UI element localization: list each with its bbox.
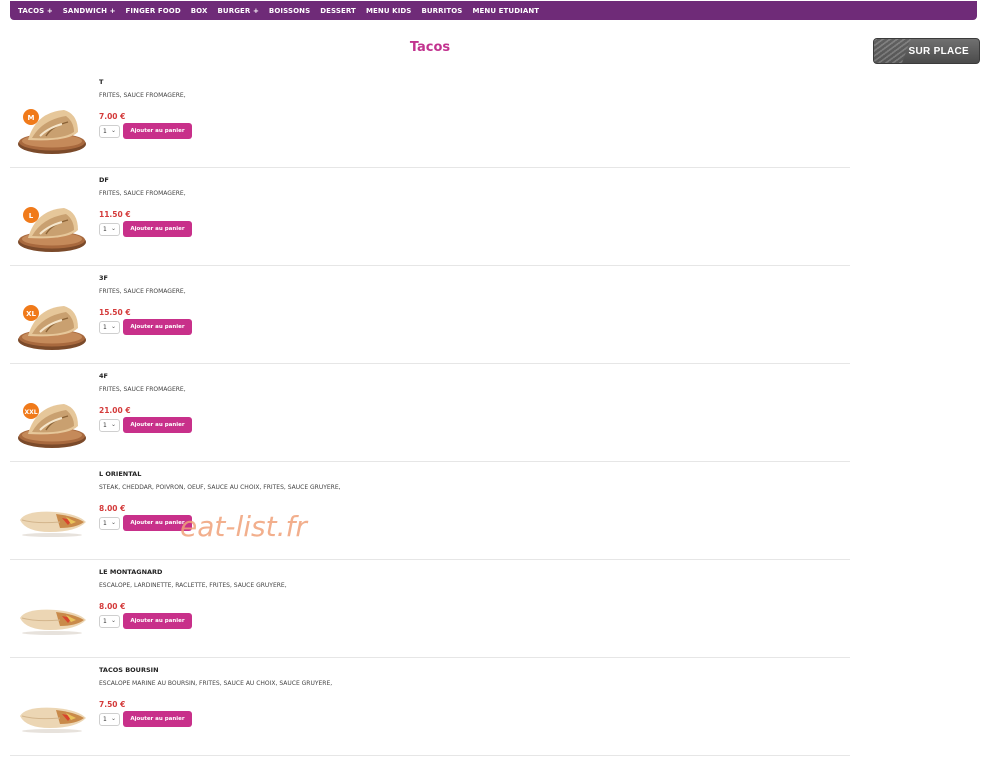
- svg-text:L: L: [29, 212, 34, 220]
- product-price: 21.00 €: [99, 406, 131, 415]
- wrap-icon: [20, 707, 86, 733]
- taco-plate-icon: L: [18, 207, 86, 252]
- quantity-value: 1: [103, 422, 107, 429]
- add-to-cart-button[interactable]: Ajouter au panier: [123, 123, 192, 139]
- quantity-value: 1: [103, 324, 107, 331]
- product-price: 8.00 €: [99, 602, 126, 611]
- product-description: ESCALOPE MARINE AU BOURSIN, FRITES, SAUC…: [99, 680, 333, 687]
- taco-plate-icon: XXL: [18, 403, 86, 448]
- quantity-select[interactable]: 1 ⌄: [99, 223, 120, 236]
- product-description: FRITES, SAUCE FROMAGERE,: [99, 288, 186, 295]
- product-item: XL 3F FRITES, SAUCE FROMAGERE, 15.50 € 1…: [10, 266, 850, 364]
- product-image[interactable]: XXL: [16, 400, 88, 450]
- chevron-down-icon: ⌄: [110, 421, 116, 428]
- product-name: 3F: [99, 274, 108, 282]
- add-to-cart-button[interactable]: Ajouter au panier: [123, 613, 192, 629]
- product-price: 11.50 €: [99, 210, 131, 219]
- product-item: LE MONTAGNARD ESCALOPE, LARDINETTE, RACL…: [10, 560, 850, 658]
- chevron-down-icon: ⌄: [110, 225, 116, 232]
- product-item: XXL 4F FRITES, SAUCE FROMAGERE, 21.00 € …: [10, 364, 850, 462]
- quantity-value: 1: [103, 226, 107, 233]
- top-navigation: TACOS + SANDWICH + FINGER FOOD BOX BURGER + B…: [10, 1, 977, 20]
- product-image[interactable]: [16, 694, 88, 744]
- product-image[interactable]: [16, 596, 88, 646]
- product-item: M T FRITES, SAUCE FROMAGERE, 7.00 € 1 ⌄ …: [10, 70, 850, 168]
- product-price: 15.50 €: [99, 308, 131, 317]
- watermark: eat-list.fr: [180, 510, 307, 543]
- add-to-cart-button[interactable]: Ajouter au panier: [123, 221, 192, 237]
- product-name: TACOS BOURSIN: [99, 666, 159, 674]
- chevron-down-icon: ⌄: [110, 127, 116, 134]
- add-to-cart-button[interactable]: Ajouter au panier: [123, 711, 192, 727]
- product-item: L DF FRITES, SAUCE FROMAGERE, 11.50 € 1 …: [10, 168, 850, 266]
- chevron-down-icon: ⌄: [110, 519, 116, 526]
- page-title: Tacos: [409, 40, 451, 55]
- taco-plate-icon: XL: [18, 305, 86, 350]
- product-price: 7.00 €: [99, 112, 126, 121]
- product-name: LE MONTAGNARD: [99, 568, 163, 576]
- product-description: FRITES, SAUCE FROMAGERE,: [99, 190, 186, 197]
- product-description: FRITES, SAUCE FROMAGERE,: [99, 386, 186, 393]
- nav-item[interactable]: DESSERT: [320, 7, 356, 15]
- product-description: ESCALOPE, LARDINETTE, RACLETTE, FRITES, …: [99, 582, 287, 589]
- product-image[interactable]: L: [16, 204, 88, 254]
- product-price: 7.50 €: [99, 700, 126, 709]
- product-item: TACOS BOURSIN ESCALOPE MARINE AU BOURSIN…: [10, 658, 850, 756]
- product-item: L ORIENTAL STEAK, CHEDDAR, POIVRON, OEUF…: [10, 462, 850, 560]
- svg-text:M: M: [28, 114, 35, 122]
- quantity-select[interactable]: 1 ⌄: [99, 125, 120, 138]
- product-description: STEAK, CHEDDAR, POIVRON, OEUF, SAUCE AU …: [99, 484, 341, 491]
- svg-text:XL: XL: [26, 310, 36, 318]
- svg-text:XXL: XXL: [24, 409, 37, 416]
- sur-place-label: SUR PLACE: [908, 45, 969, 57]
- quantity-value: 1: [103, 520, 107, 527]
- nav-item[interactable]: FINGER FOOD: [126, 7, 181, 15]
- product-name: 4F: [99, 372, 108, 380]
- sur-place-button[interactable]: SUR PLACE: [873, 38, 980, 64]
- nav-item[interactable]: TACOS +: [18, 7, 53, 15]
- chevron-down-icon: ⌄: [110, 323, 116, 330]
- chevron-down-icon: ⌄: [110, 715, 116, 722]
- product-list: M T FRITES, SAUCE FROMAGERE, 7.00 € 1 ⌄ …: [10, 70, 850, 756]
- product-name: DF: [99, 176, 109, 184]
- quantity-value: 1: [103, 716, 107, 723]
- nav-item[interactable]: BOISSONS: [269, 7, 310, 15]
- product-image[interactable]: XL: [16, 302, 88, 352]
- nav-item[interactable]: BURRITOS: [421, 7, 462, 15]
- quantity-select[interactable]: 1 ⌄: [99, 713, 120, 726]
- add-to-cart-button[interactable]: Ajouter au panier: [123, 417, 192, 433]
- wrap-icon: [20, 609, 86, 635]
- taco-plate-icon: M: [18, 109, 86, 154]
- product-description: FRITES, SAUCE FROMAGERE,: [99, 92, 186, 99]
- nav-item[interactable]: BURGER +: [217, 7, 258, 15]
- nav-item[interactable]: MENU KIDS: [366, 7, 412, 15]
- product-price: 8.00 €: [99, 504, 126, 513]
- quantity-select[interactable]: 1 ⌄: [99, 321, 120, 334]
- quantity-value: 1: [103, 128, 107, 135]
- wrap-icon: [20, 511, 86, 537]
- chevron-down-icon: ⌄: [110, 617, 116, 624]
- quantity-select[interactable]: 1 ⌄: [99, 615, 120, 628]
- add-to-cart-button[interactable]: Ajouter au panier: [123, 319, 192, 335]
- quantity-select[interactable]: 1 ⌄: [99, 517, 120, 530]
- product-name: L ORIENTAL: [99, 470, 142, 478]
- product-name: T: [99, 78, 104, 86]
- product-image[interactable]: M: [16, 106, 88, 156]
- product-image[interactable]: [16, 498, 88, 548]
- stripe-decoration: [874, 39, 911, 63]
- nav-item[interactable]: MENU ETUDIANT: [472, 7, 539, 15]
- nav-item[interactable]: SANDWICH +: [63, 7, 116, 15]
- quantity-value: 1: [103, 618, 107, 625]
- quantity-select[interactable]: 1 ⌄: [99, 419, 120, 432]
- nav-item[interactable]: BOX: [191, 7, 208, 15]
